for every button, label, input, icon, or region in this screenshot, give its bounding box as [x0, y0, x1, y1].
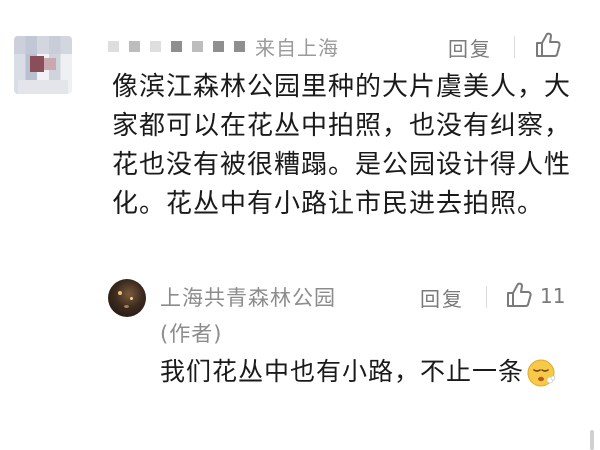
reply-author-name[interactable]: 上海共青森林公园	[160, 282, 336, 312]
comment-header: 来自上海	[108, 30, 339, 62]
commenter-avatar[interactable]	[14, 36, 72, 94]
relieved-face-icon	[527, 359, 556, 387]
reply-text-content: 我们花丛中也有小路，不止一条	[160, 357, 525, 386]
comment-thread: 来自上海 回复 像滨江森林公园里种的大片虞美人，大家都可以在花丛中拍照，也没有纠…	[0, 0, 600, 450]
thumbs-up-icon[interactable]	[533, 30, 563, 60]
commenter-name-pixelated	[108, 40, 245, 52]
reply-button[interactable]: 回复	[448, 33, 492, 62]
divider	[486, 286, 487, 308]
comment-location: 来自上海	[255, 35, 339, 60]
author-avatar[interactable]	[108, 279, 146, 317]
thumbs-up-icon[interactable]	[504, 280, 534, 310]
like-count: 11	[540, 284, 566, 308]
reply-button[interactable]: 回复	[420, 283, 464, 312]
author-badge: (作者)	[160, 322, 223, 346]
reply-text: 我们花丛中也有小路，不止一条	[160, 353, 560, 390]
divider	[514, 36, 515, 58]
scrollbar[interactable]	[590, 430, 594, 450]
comment-text: 像滨江森林公园里种的大片虞美人，大家都可以在花丛中拍照，也没有纠察，花也没有被很…	[112, 72, 572, 219]
